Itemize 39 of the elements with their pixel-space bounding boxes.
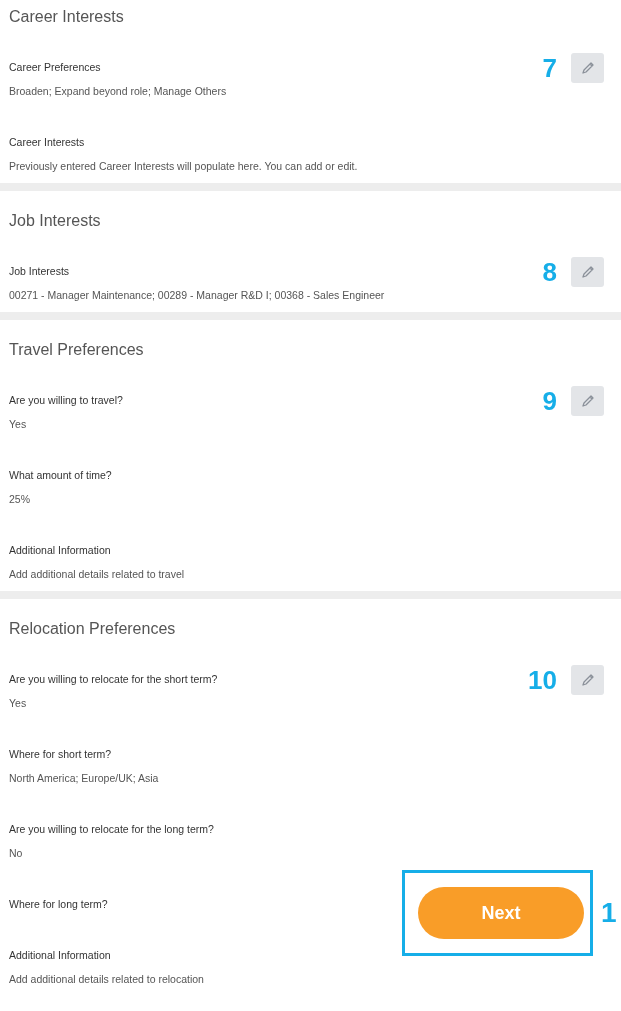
field-label: Career Interests [9,135,85,149]
field-label: Job Interests [9,264,70,278]
field-label: Are you willing to relocate for the long term? [9,822,214,836]
pencil-icon [579,264,596,280]
edit-button[interactable] [571,665,604,695]
step-number: 9 [542,386,557,416]
edit-button[interactable] [571,257,604,287]
field-value: 00271 - Manager Maintenance; 00289 - Manager R&D I; 00368 - Sales Engineer [9,288,385,302]
field-label: What amount of time? [9,468,112,482]
field-label: Where for short term? [9,747,112,761]
field-label: Where for long term? [9,897,108,911]
step-number: 10 [528,665,557,695]
pencil-icon [579,60,596,76]
field-label: Additional Information [9,948,111,962]
pencil-icon [579,393,596,409]
section-title: Career Interests [9,7,125,27]
edit-button[interactable] [571,386,604,416]
step-number: 1 [601,898,617,928]
field-value: 25% [9,492,30,506]
section-title: Relocation Preferences [9,619,177,639]
field-value: North America; Europe/UK; Asia [9,771,159,785]
pencil-icon [579,672,596,688]
next-button[interactable]: Next [418,887,584,939]
field-value: No [9,846,23,860]
field-value: Yes [9,417,27,431]
field-label: Are you willing to travel? [9,393,123,407]
field-value: Previously entered Career Interests will populate here. You can add or edit. [9,159,358,173]
field-label: Career Preferences [9,60,101,74]
section-title: Travel Preferences [9,340,145,360]
field-value: Add additional details related to relocation [9,972,204,986]
field-value: Yes [9,696,27,710]
step-number: 8 [542,257,557,287]
edit-button[interactable] [571,53,604,83]
field-label: Are you willing to relocate for the short term? [9,672,218,686]
section-title: Job Interests [9,211,102,231]
field-value: Add additional details related to travel [9,567,185,581]
step-number: 7 [542,53,557,83]
field-label: Additional Information [9,543,111,557]
field-value: Broaden; Expand beyond role; Manage Others [9,84,227,98]
